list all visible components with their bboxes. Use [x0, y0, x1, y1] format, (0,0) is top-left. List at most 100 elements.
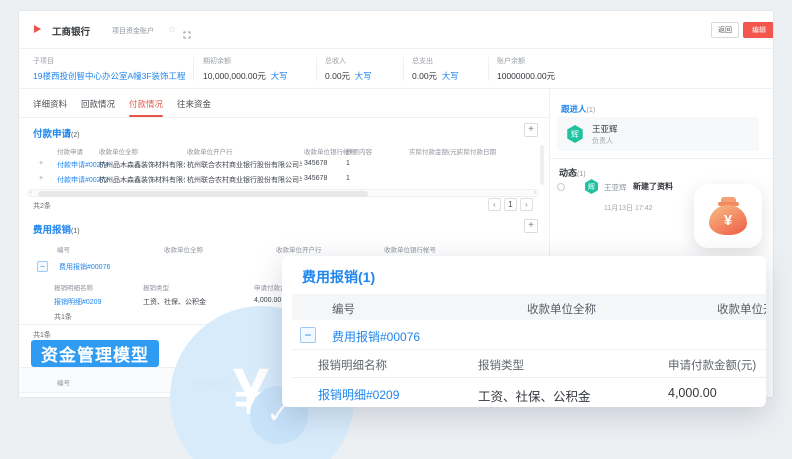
- edit-button[interactable]: 编辑: [743, 22, 774, 38]
- collapse-icon[interactable]: −: [300, 327, 316, 343]
- total-expense-value: 0.00元: [412, 71, 437, 81]
- fullscreen-icon[interactable]: [183, 26, 191, 44]
- activity-count: (1): [577, 171, 586, 178]
- payee-name: 杭州品木森鑫装饰材料有限公司: [99, 175, 185, 185]
- tab-payments[interactable]: 付款情况: [129, 98, 163, 110]
- detail-link[interactable]: 报销明细#0209: [318, 386, 399, 403]
- moneybag-icon: ¥: [709, 205, 747, 235]
- payee-account: 345678: [304, 160, 327, 167]
- tab-transactions[interactable]: 往来资金: [177, 98, 211, 110]
- activity-title: 动态(1): [559, 166, 586, 179]
- popup-detail-header: 报销明细名称 报销类型 申请付款金额(元): [292, 350, 766, 378]
- collapse-icon[interactable]: −: [37, 261, 48, 272]
- field-label: 期初余额: [203, 56, 288, 66]
- active-tab-underline: [129, 115, 163, 117]
- prev-page-button[interactable]: ‹: [488, 198, 501, 211]
- col-payee-account: 收款单位银行帐号: [384, 244, 436, 254]
- model-badge: 资金管理模型: [31, 340, 159, 367]
- expense-link[interactable]: 费用报销#00076: [332, 328, 420, 345]
- scroll-right-icon[interactable]: ›: [534, 190, 536, 196]
- expense-table-header: 编号 收款单位全称 收款单位开户行 收款单位银行帐号: [19, 241, 549, 255]
- col-detail-type: 报销类型: [143, 282, 169, 292]
- subproject-link[interactable]: 19楼西投创智中心办公室A幢3F装饰工程: [33, 70, 186, 82]
- expense-detail-total: 共1条: [54, 312, 72, 322]
- field-label: 总支出: [412, 56, 459, 66]
- payment-table-header: 付款申请 收款单位全称 收款单位开户行 收款单位银行帐号 款项内容 实际付款金额…: [19, 143, 549, 157]
- screen: 工商银行 项目资金账户 ☆ 返回 编辑 子项目 19楼西投创智中心办公室A幢3F…: [0, 0, 792, 459]
- opening-balance-value: 10,000,000.00元: [203, 71, 266, 81]
- back-button[interactable]: 返回: [711, 22, 739, 38]
- tab-bar: 详细资料 回款情况 付款情况 往来资金: [19, 89, 549, 118]
- expense-total-count: 共1条: [33, 330, 51, 340]
- add-expense-button[interactable]: +: [524, 219, 538, 233]
- detail-link[interactable]: 报销明细#0209: [54, 297, 101, 307]
- moneybag-card: ¥: [694, 184, 762, 248]
- popup-title-text: 费用报销: [302, 269, 358, 285]
- expense-link[interactable]: 费用报销#00076: [59, 262, 110, 272]
- col-payee-bank: 收款单位开户行: [717, 301, 766, 317]
- capital-link[interactable]: 大写: [271, 71, 288, 81]
- payment-total-count: 共2条: [33, 201, 51, 211]
- account-balance-value: 10000000.00元: [497, 70, 555, 82]
- payment-row[interactable]: + 付款申请#00274 杭州品木森鑫装饰材料有限公司 杭州联合农村商业银行股份…: [19, 157, 539, 172]
- total-income-value: 0.00元: [325, 71, 350, 81]
- popup-title-count: (1): [358, 269, 375, 285]
- followers-count: (1): [587, 107, 596, 114]
- field-label: 账户余额: [497, 56, 555, 66]
- expand-icon[interactable]: +: [39, 160, 43, 167]
- follower-name: 王亚辉: [592, 123, 618, 135]
- field-value: 0.00元 大写: [412, 70, 459, 82]
- expand-icon[interactable]: +: [39, 175, 43, 182]
- page-number[interactable]: 1: [504, 198, 517, 211]
- tab-details[interactable]: 详细资料: [33, 98, 67, 110]
- detail-type: 工资、社保、公积金: [478, 386, 591, 405]
- capital-link[interactable]: 大写: [442, 71, 459, 81]
- follower-card[interactable]: 辉 王亚辉 负责人: [557, 117, 759, 151]
- popup-table-header: 编号 收款单位全称 收款单位开户行: [292, 294, 766, 320]
- field-opening-balance: 期初余额 10,000,000.00元 大写: [203, 56, 288, 82]
- timeline-dot-icon: [557, 183, 565, 191]
- payment-content: 1: [346, 160, 350, 167]
- col-detail-name: 报销明细名称: [318, 357, 387, 373]
- col-number: 编号: [332, 301, 355, 317]
- col-number: 编号: [57, 244, 70, 254]
- col-detail-type: 报销类型: [478, 357, 524, 373]
- payment-table-hscrollbar[interactable]: ‹ ›: [27, 189, 539, 197]
- popup-detail-row[interactable]: 报销明细#0209 工资、社保、公积金 4,000.00: [292, 378, 766, 407]
- field-total-expense: 总支出 0.00元 大写: [412, 56, 459, 82]
- capital-link[interactable]: 大写: [355, 71, 372, 81]
- detail-amount: 4,000.00: [668, 386, 717, 400]
- payment-content: 1: [346, 175, 350, 182]
- col-actual-date: 实际付款日期: [457, 146, 496, 156]
- popup-title: 费用报销(1): [302, 267, 375, 287]
- next-page-button[interactable]: ›: [520, 198, 533, 211]
- scrollbar-thumb[interactable]: [38, 191, 368, 197]
- payment-section-title: 付款申请(2): [33, 126, 80, 140]
- col-payee-bank: 收款单位开户行: [187, 146, 233, 156]
- expense-section-title-text: 费用报销: [33, 225, 71, 236]
- col-payee-name: 收款单位全称: [527, 301, 596, 317]
- col-payment-request: 付款申请: [57, 146, 83, 156]
- expense-zoom-popup: 费用报销(1) 编号 收款单位全称 收款单位开户行 − 费用报销#00076 报…: [282, 256, 766, 407]
- expense-section-title: 费用报销(1): [33, 222, 80, 236]
- payment-table-vscrollbar[interactable]: [540, 145, 544, 185]
- field-total-income: 总收入 0.00元 大写: [325, 56, 372, 82]
- add-payment-button[interactable]: +: [524, 123, 538, 137]
- follower-role: 负责人: [592, 136, 613, 146]
- payment-row[interactable]: + 付款申请#00272 杭州品木森鑫装饰材料有限公司 杭州联合农村商业银行股份…: [19, 172, 539, 187]
- tab-collections[interactable]: 回款情况: [81, 98, 115, 110]
- avatar: 辉: [584, 179, 599, 194]
- expense-section-count: (1): [71, 228, 80, 235]
- star-icon[interactable]: ☆: [168, 24, 176, 35]
- activity-action: 新建了资料: [633, 181, 673, 192]
- payee-bank: 杭州联合农村商业银行股份有限公司半山支行: [187, 160, 302, 170]
- field-value: 10,000,000.00元 大写: [203, 70, 288, 82]
- field-account-balance: 账户余额 10000000.00元: [497, 56, 555, 82]
- payee-bank: 杭州联合农村商业银行股份有限公司半山支行: [187, 175, 302, 185]
- payment-section-count: (2): [71, 132, 80, 139]
- scroll-left-icon[interactable]: ‹: [30, 190, 32, 196]
- col-actual-amount: 实际付款金额(元): [409, 146, 459, 156]
- payee-name: 杭州品木森鑫装饰材料有限公司: [99, 160, 185, 170]
- popup-expense-row[interactable]: − 费用报销#00076: [292, 320, 766, 350]
- field-label: 总收入: [325, 56, 372, 66]
